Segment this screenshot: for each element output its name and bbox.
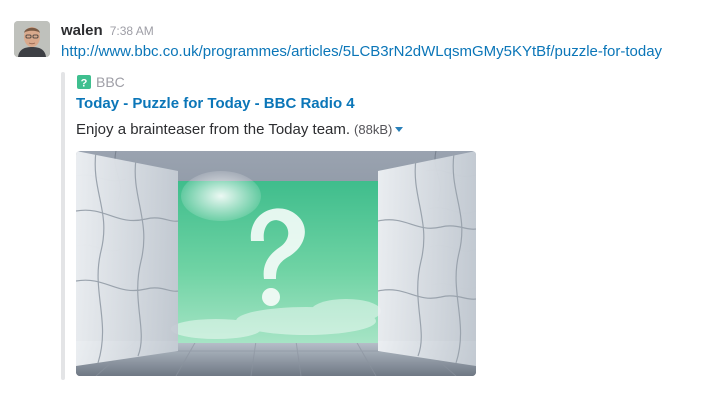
attachment-text: Enjoy a brainteaser from the Today team.…: [76, 121, 404, 138]
caret-down-icon[interactable]: [395, 127, 404, 132]
author-name[interactable]: walen: [61, 22, 103, 39]
timestamp[interactable]: 7:38 AM: [110, 24, 154, 38]
attachment-size: (88kB): [354, 122, 393, 137]
bbc-favicon-icon: ?: [77, 75, 91, 90]
link-attachment: ? BBC Today - Puzzle for Today - BBC Rad…: [61, 72, 481, 380]
attachment-bar: [61, 72, 65, 380]
attachment-description: Enjoy a brainteaser from the Today team.: [76, 121, 351, 138]
message: walen 7:38 AM http://www.bbc.co.uk/progr…: [0, 0, 703, 401]
attachment-service: ? BBC: [76, 73, 125, 91]
service-name: BBC: [96, 74, 125, 90]
message-link[interactable]: http://www.bbc.co.uk/programmes/articles…: [61, 41, 662, 63]
message-header: walen 7:38 AM: [61, 22, 154, 42]
attachment-title[interactable]: Today - Puzzle for Today - BBC Radio 4: [76, 95, 355, 112]
avatar[interactable]: [14, 21, 50, 57]
attachment-image[interactable]: [76, 151, 476, 376]
svg-text:?: ?: [81, 78, 88, 90]
